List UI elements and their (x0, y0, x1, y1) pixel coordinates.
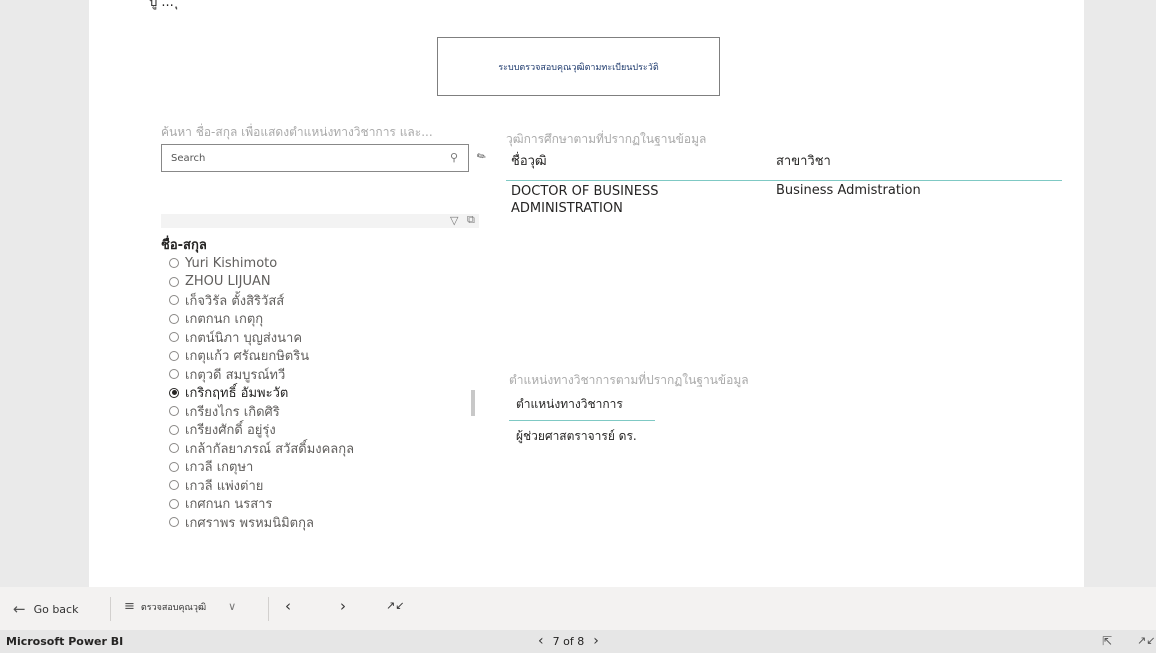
radio-button[interactable] (169, 313, 179, 324)
pager-previous-button[interactable]: ‹ (538, 633, 544, 649)
radio-button[interactable] (169, 332, 179, 343)
page-selector[interactable]: ≡ ตรวจสอบคุณวุฒิ ∨ (124, 599, 236, 614)
search-icon[interactable]: ⚲ (450, 151, 458, 164)
major-cell: Business Admistration (776, 183, 921, 198)
list-item-label: Yuri Kishimoto (185, 255, 278, 271)
list-item[interactable]: เกตุวดี สมบูรณ์ทวี (169, 365, 354, 384)
slicer-search-box[interactable]: ⚲ (161, 144, 469, 172)
status-bar: Microsoft Power BI ‹ 7 of 8 › ⇱ ↗↙ (0, 630, 1156, 653)
go-back-button[interactable]: ← Go back (13, 600, 78, 618)
list-item[interactable]: เกวลี เกตุษา (169, 458, 354, 477)
clipped-top-text: ปู้ ... ุ (149, 0, 179, 10)
radio-button[interactable] (169, 498, 179, 509)
radio-button[interactable] (169, 387, 179, 398)
slicer-scrollbar[interactable] (471, 390, 475, 416)
pager-next-button[interactable]: › (593, 633, 599, 649)
column-header-major[interactable]: สาขาวิชา (776, 150, 831, 171)
radio-button[interactable] (169, 406, 179, 417)
list-item[interactable]: เกรียงศักดิ์ อยู่รุ่ง (169, 421, 354, 440)
list-item[interactable]: เกศกนก นรสาร (169, 495, 354, 514)
share-icon[interactable]: ⇱ (1102, 634, 1112, 648)
page-name: ตรวจสอบคุณวุฒิ (140, 602, 207, 613)
focus-mode-icon[interactable]: ⧉ (467, 213, 475, 227)
slicer-radio-list: Yuri Kishimoto ZHOU LIJUAN เก็จวิรัล ตั้งส… (169, 254, 354, 532)
list-item[interactable]: เกตน์นิภา บุญส่งนาค (169, 328, 354, 347)
degree-cell: DOCTOR OF BUSINESS ADMINISTRATION (511, 184, 659, 216)
list-item[interactable]: เกล้ากัลยาภรณ์ สวัสดิ์มงคลกุล (169, 439, 354, 458)
list-item[interactable]: ZHOU LIJUAN (169, 273, 354, 292)
radio-button[interactable] (169, 369, 179, 380)
list-item[interactable]: เกวลี แพ่งต่าย (169, 476, 354, 495)
previous-page-button[interactable]: ‹ (285, 597, 291, 615)
list-item-label: เกศราพร พรหมนิมิตกุล (185, 515, 314, 531)
page-navigator: ‹ 7 of 8 › (538, 633, 599, 649)
position-cell: ผู้ช่วยศาสตราจารย์ ดร. (516, 429, 637, 443)
list-item[interactable]: เกศราพร พรหมนิมิตกุล (169, 513, 354, 532)
go-back-label: Go back (33, 602, 79, 616)
divider (268, 597, 269, 621)
list-item-label: ZHOU LIJUAN (185, 274, 271, 290)
radio-button[interactable] (169, 424, 179, 435)
report-canvas: ปู้ ... ุ ระบบตรวจสอบคุณวุฒิตามทะเบียนปร… (89, 0, 1084, 587)
radio-button[interactable] (169, 258, 179, 269)
column-header-degree[interactable]: ชื่อวุฒิ (511, 150, 547, 171)
fullscreen-icon[interactable]: ↗↙ (1137, 634, 1155, 647)
radio-button[interactable] (169, 517, 179, 528)
divider (110, 597, 111, 621)
list-item[interactable]: เกตกนก เกตุกุ (169, 310, 354, 329)
slicer-header-bar (161, 214, 479, 228)
next-page-button[interactable]: › (340, 597, 346, 615)
bottom-nav-bar: ← Go back ≡ ตรวจสอบคุณวุฒิ ∨ ‹ › ↗↙ (0, 587, 1156, 630)
chevron-down-icon: ∨ (228, 600, 237, 613)
radio-button[interactable] (169, 350, 179, 361)
collapse-icon[interactable]: ↗↙ (386, 599, 404, 612)
search-input[interactable] (162, 145, 441, 171)
radio-button[interactable] (169, 276, 179, 287)
list-item[interactable]: เกริกฤทธิ์ อัมพะวัต (169, 384, 354, 403)
page-indicator: 7 of 8 (552, 634, 585, 648)
slicer-list-title: ชื่อ-สกุล (161, 238, 207, 253)
column-header-position[interactable]: ตำแหน่งทางวิชาการ (516, 395, 623, 414)
app-name[interactable]: Microsoft Power BI (6, 635, 123, 648)
back-arrow-icon: ← (13, 600, 26, 618)
list-item[interactable]: เกตุแก้ว ศรัณยกษิตริน (169, 347, 354, 366)
degree-table-title: วุฒิการศึกษาตามที่ปรากฏในฐานข้อมูล (506, 132, 707, 146)
position-table-title: ตำแหน่งทางวิชาการตามที่ปรากฏในฐานข้อมูล (509, 373, 749, 387)
list-item[interactable]: Yuri Kishimoto (169, 254, 354, 273)
degree-table-header: ชื่อวุฒิ สาขาวิชา (506, 150, 1062, 181)
menu-icon: ≡ (124, 599, 135, 614)
report-title-text: ระบบตรวจสอบคุณวุฒิตามทะเบียนประวัติ (498, 62, 659, 73)
radio-button[interactable] (169, 461, 179, 472)
filter-icon[interactable]: ▽ (450, 214, 458, 227)
slicer-heading: ค้นหา ชื่อ-สกุล เพื่อแสดงตำแหน่งทางวิชาก… (161, 125, 433, 139)
list-item[interactable]: เก็จวิรัล ตั้งสิริวัสส์ (169, 291, 354, 310)
clear-selections-icon[interactable]: ✎ (474, 149, 488, 165)
radio-button[interactable] (169, 480, 179, 491)
position-table-header: ตำแหน่งทางวิชาการ (509, 393, 655, 421)
radio-button[interactable] (169, 295, 179, 306)
list-item[interactable]: เกรียงไกร เกิดศิริ (169, 402, 354, 421)
report-title: ระบบตรวจสอบคุณวุฒิตามทะเบียนประวัติ (437, 37, 720, 96)
radio-button[interactable] (169, 443, 179, 454)
